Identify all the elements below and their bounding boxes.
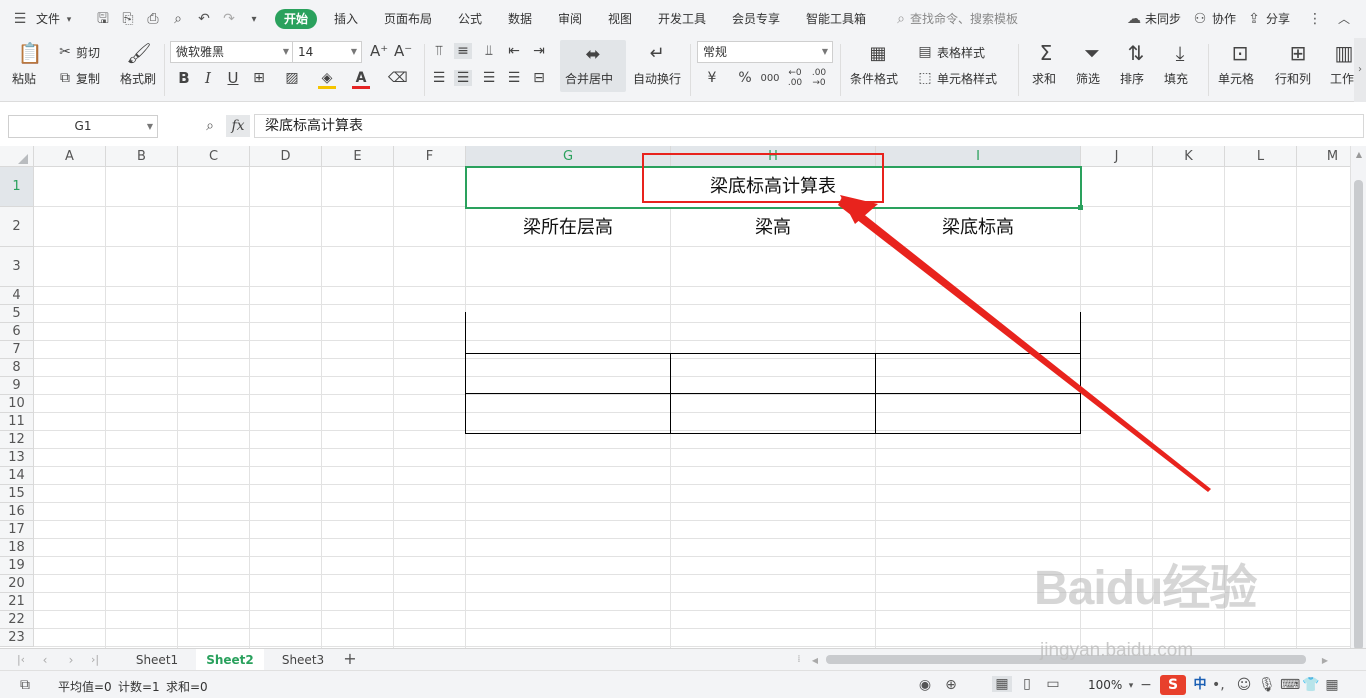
- baidu-watermark-logo: Baidu经验: [1034, 562, 1257, 615]
- eye-protection-icon[interactable]: ◉: [916, 677, 934, 693]
- status-average: 平均值=0: [58, 680, 112, 694]
- read-mode-icon[interactable]: ⊕: [940, 677, 962, 693]
- scroll-left-icon[interactable]: ◀: [810, 653, 820, 669]
- prev-sheet-icon[interactable]: ‹: [38, 652, 52, 668]
- sheet-tab-2[interactable]: Sheet2: [196, 649, 264, 671]
- vertical-scroll-thumb[interactable]: [1354, 180, 1363, 650]
- baidu-watermark-url: jingyan.baidu.com: [1040, 640, 1194, 661]
- zoom-dropdown-icon[interactable]: ▾: [1126, 678, 1136, 694]
- sheet-tab-3[interactable]: Sheet3: [270, 649, 336, 671]
- punctuation-icon[interactable]: •,: [1212, 677, 1225, 693]
- last-sheet-icon[interactable]: ›|: [88, 652, 102, 668]
- toolbox-icon[interactable]: ▦: [1324, 677, 1340, 693]
- keyboard-icon[interactable]: ⌨: [1280, 677, 1300, 693]
- microphone-icon[interactable]: 🎙: [1258, 677, 1276, 693]
- zoom-level[interactable]: 100%: [1088, 678, 1122, 692]
- page-layout-view-icon[interactable]: ▯: [1018, 676, 1036, 692]
- first-sheet-icon[interactable]: |‹: [14, 652, 28, 668]
- splitter-icon[interactable]: ⁞: [794, 652, 804, 668]
- scroll-up-icon[interactable]: ▲: [1354, 150, 1364, 159]
- next-sheet-icon[interactable]: ›: [64, 652, 78, 668]
- emoji-icon[interactable]: ☺: [1236, 677, 1252, 693]
- status-bar: ⧉ 平均值=0 计数=1 求和=0 ◉ ⊕ ▦ ▯ ▭ 100% ▾ − S 中…: [0, 670, 1366, 698]
- sogou-input-icon[interactable]: S: [1160, 675, 1186, 695]
- vertical-scrollbar[interactable]: ▲: [1350, 146, 1366, 650]
- scroll-right-icon[interactable]: ▶: [1320, 653, 1330, 669]
- zoom-out-icon[interactable]: −: [1140, 677, 1152, 693]
- normal-view-icon[interactable]: ▦: [992, 676, 1012, 692]
- page-break-view-icon[interactable]: ▭: [1044, 676, 1062, 692]
- status-count: 计数=1: [118, 680, 160, 694]
- skin-icon[interactable]: 👕: [1302, 677, 1319, 693]
- status-sum: 求和=0: [166, 680, 208, 694]
- ime-chinese-icon[interactable]: 中: [1192, 677, 1208, 693]
- screen-mode-icon[interactable]: ⧉: [16, 677, 34, 693]
- sheet-tab-1[interactable]: Sheet1: [124, 649, 190, 671]
- add-sheet-icon[interactable]: +: [342, 651, 358, 667]
